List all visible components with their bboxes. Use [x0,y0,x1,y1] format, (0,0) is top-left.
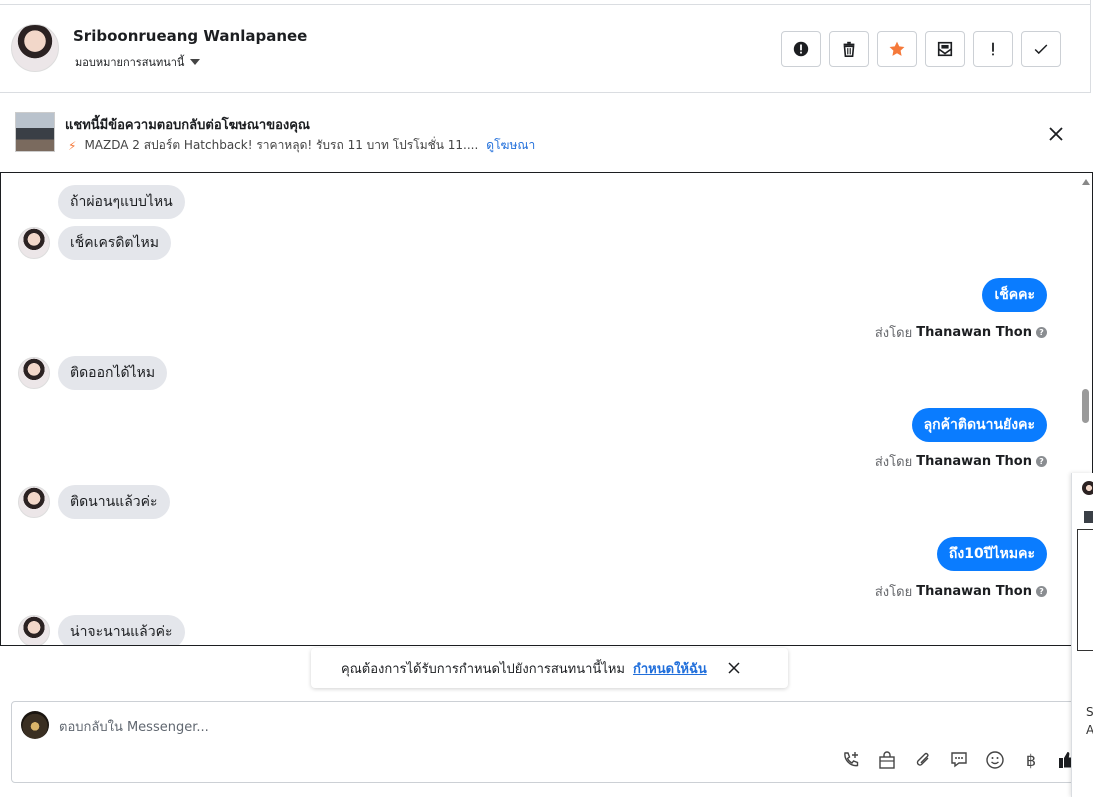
assign-label: มอบหมายการสนทนานี้ [75,56,185,69]
ad-thumbnail[interactable] [15,112,55,152]
mark-done-button[interactable] [1021,31,1061,67]
message-bubble-outgoing: ถึง10ปีไหมคะ [936,537,1047,571]
ad-banner-subtitle: ⚡ MAZDA 2 สปอร์ต Hatchback! ราคาหลุด! รั… [68,136,535,155]
side-text-s: S [1086,705,1093,719]
paperclip-icon [916,752,929,766]
payment-button[interactable]: ฿ [1020,749,1042,771]
attach-button[interactable] [912,749,934,771]
contact-avatar[interactable] [11,24,59,72]
message-bubble-incoming: ถ้าผ่อนๆแบบไหน [58,185,185,219]
help-icon[interactable]: ? [1036,586,1047,597]
help-icon[interactable]: ? [1036,456,1047,467]
sent-by-label: ส่งโดย Thanawan Thon ? [875,451,1047,472]
ad-banner-title: แชทนี้มีข้อความตอบกลับต่อโฆษณาของคุณ [65,118,310,133]
smiley-icon [986,751,1004,769]
message-bubble-incoming: ติดออกได้ไหม [58,356,168,390]
side-avatar [1082,481,1093,495]
sender-avatar [18,357,50,389]
mail-icon [937,41,953,57]
baht-icon: ฿ [1025,750,1037,770]
assign-prompt-text: คุณต้องการได้รับการกำหนดไปยังการสนทนานี้… [341,661,625,677]
inbox-conversation-view: Sriboonrueang Wanlapanee มอบหมายการสนทนา… [0,0,1093,797]
saved-replies-button[interactable] [948,749,970,771]
message-bubble-incoming: ติดนานแล้วค่ะ [58,485,170,519]
reply-input[interactable]: ตอบกลับใน Messenger... [59,716,209,737]
chevron-down-icon [190,59,201,65]
message-bubble-outgoing: ลุกค้าติดนานยังคะ [911,408,1047,442]
call-button[interactable] [840,749,862,771]
composer-toolbar: ฿ [840,749,1078,771]
side-preview-box [1077,529,1093,651]
mark-important-button[interactable] [973,31,1013,67]
help-icon[interactable]: ? [1036,327,1047,338]
contact-name[interactable]: Sriboonrueang Wanlapanee [73,27,307,45]
star-icon [889,41,905,56]
message-bubble-incoming: น่าจะนานแล้วค่ะ [58,615,185,645]
side-chat-panel[interactable]: S A [1071,473,1093,797]
page-avatar [21,711,49,739]
agent-name: Thanawan Thon [916,584,1032,599]
trash-icon [843,41,855,58]
close-icon[interactable] [727,661,741,675]
side-text-a: A [1086,723,1093,737]
delete-button[interactable] [829,31,869,67]
scroll-up-arrow-icon[interactable] [1082,179,1090,185]
sent-by-label: ส่งโดย Thanawan Thon ? [875,581,1047,602]
star-button[interactable] [877,31,917,67]
emoji-button[interactable] [984,749,1006,771]
reply-composer: ตอบกลับใน Messenger... ฿ [11,701,1081,783]
conversation-header: Sriboonrueang Wanlapanee มอบหมายการสนทนา… [0,5,1091,93]
phone-plus-icon [844,752,859,767]
assign-to-me-link[interactable]: กำหนดให้ฉัน [633,658,707,679]
ad-text: MAZDA 2 สปอร์ต Hatchback! ราคาหลุด! รับร… [84,138,479,152]
scrollbar-thumb[interactable] [1082,389,1089,423]
message-thread[interactable]: ถ้าผ่อนๆแบบไหน เช็คเครดิตไหม เช็คคะ ส่งโ… [0,172,1093,646]
assign-conversation-dropdown[interactable]: มอบหมายการสนทนานี้ [75,53,201,71]
header-toolbar [781,31,1061,67]
mark-unread-button[interactable] [925,31,965,67]
view-ad-link[interactable]: ดูโฆษณา [486,136,535,155]
agent-name: Thanawan Thon [916,325,1032,340]
message-bubble-incoming: เช็คเครดิตไหม [58,226,172,260]
side-thumbnail [1084,511,1093,523]
mark-spam-button[interactable] [781,31,821,67]
sender-avatar [18,615,50,645]
assign-prompt-toast: คุณต้องการได้รับการกำหนดไปยังการสนทนานี้… [311,648,788,688]
sender-avatar [18,227,50,259]
shopping-bag-icon [879,751,895,769]
shop-button[interactable] [876,749,898,771]
chat-bubbles-icon [951,752,967,768]
alert-icon [793,41,809,57]
check-icon [1034,44,1048,55]
message-bubble-outgoing: เช็คคะ [982,278,1047,312]
sent-by-label: ส่งโดย Thanawan Thon ? [875,322,1047,343]
sender-avatar [18,486,50,518]
agent-name: Thanawan Thon [916,454,1032,469]
ad-reply-banner: แชทนี้มีข้อความตอบกลับต่อโฆษณาของคุณ ⚡ M… [0,94,1093,172]
lightning-icon: ⚡ [68,138,77,153]
exclamation-icon [992,42,994,56]
close-icon[interactable] [1046,124,1066,144]
